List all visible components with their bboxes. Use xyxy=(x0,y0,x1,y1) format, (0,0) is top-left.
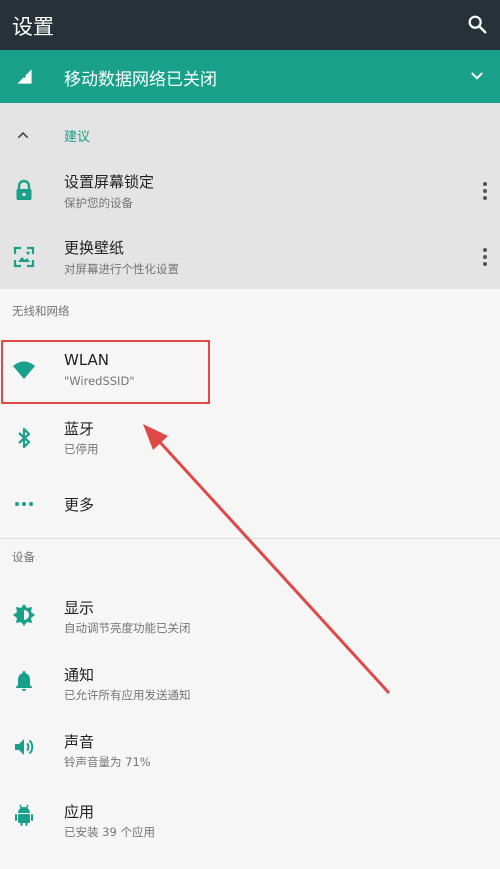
section-divider xyxy=(0,538,500,539)
more-horiz-icon xyxy=(15,502,33,506)
settings-item-title: 声音 xyxy=(64,733,95,751)
app-bar: 设置 xyxy=(0,0,500,50)
mobile-data-banner[interactable]: 移动数据网络已关闭 xyxy=(0,50,500,103)
suggestion-title: 设置屏幕锁定 xyxy=(64,173,155,191)
chevron-down-icon[interactable] xyxy=(468,67,486,85)
settings-item-title: 应用 xyxy=(64,803,95,821)
signal-off-icon xyxy=(17,69,32,84)
suggestion-screen-lock[interactable]: 设置屏幕锁定 保护您的设备 xyxy=(0,159,500,223)
bell-icon xyxy=(16,671,32,691)
more-vert-icon[interactable] xyxy=(482,247,488,267)
suggestion-subtitle: 保护您的设备 xyxy=(64,196,133,210)
chevron-up-icon[interactable] xyxy=(15,127,31,143)
settings-item-more[interactable]: 更多 xyxy=(0,472,500,536)
more-vert-icon[interactable] xyxy=(482,181,488,201)
wallpaper-icon xyxy=(13,246,35,268)
settings-item-subtitle: 已停用 xyxy=(64,442,99,456)
settings-item-display[interactable]: 显示 自动调节亮度功能已关闭 xyxy=(0,583,500,647)
settings-item-title: 通知 xyxy=(64,666,95,684)
suggestion-subtitle: 对屏幕进行个性化设置 xyxy=(64,262,179,276)
settings-item-title: 显示 xyxy=(64,599,95,617)
section-header-wireless: 无线和网络 xyxy=(12,304,70,318)
android-icon xyxy=(15,804,33,826)
bluetooth-icon xyxy=(18,427,31,449)
settings-item-title: 更多 xyxy=(64,496,95,514)
suggestion-wallpaper[interactable]: 更换壁纸 对屏幕进行个性化设置 xyxy=(0,225,500,289)
settings-item-subtitle: 自动调节亮度功能已关闭 xyxy=(64,621,191,635)
annotation-highlight-box xyxy=(1,340,210,404)
settings-item-notifications[interactable]: 通知 已允许所有应用发送通知 xyxy=(0,649,500,713)
banner-text: 移动数据网络已关闭 xyxy=(64,70,217,90)
brightness-icon xyxy=(13,604,35,626)
settings-item-subtitle: 已安装 39 个应用 xyxy=(64,825,155,839)
settings-item-sound[interactable]: 声音 铃声音量为 71% xyxy=(0,715,500,779)
suggestions-label: 建议 xyxy=(64,130,91,145)
settings-item-bluetooth[interactable]: 蓝牙 已停用 xyxy=(0,406,500,470)
settings-item-title: 蓝牙 xyxy=(64,420,95,438)
volume-icon xyxy=(15,739,34,755)
suggestion-title: 更换壁纸 xyxy=(64,239,125,257)
suggestions-panel: 建议 设置屏幕锁定 保护您的设备 更换壁纸 对屏幕进行个性化设置 xyxy=(0,103,500,289)
page-title: 设置 xyxy=(12,15,54,39)
search-icon[interactable] xyxy=(466,13,488,35)
settings-item-subtitle: 已允许所有应用发送通知 xyxy=(64,688,191,702)
lock-icon xyxy=(16,179,32,200)
settings-item-subtitle: 铃声音量为 71% xyxy=(64,755,151,769)
section-header-device: 设备 xyxy=(12,550,35,564)
settings-item-apps[interactable]: 应用 已安装 39 个应用 xyxy=(0,781,500,845)
